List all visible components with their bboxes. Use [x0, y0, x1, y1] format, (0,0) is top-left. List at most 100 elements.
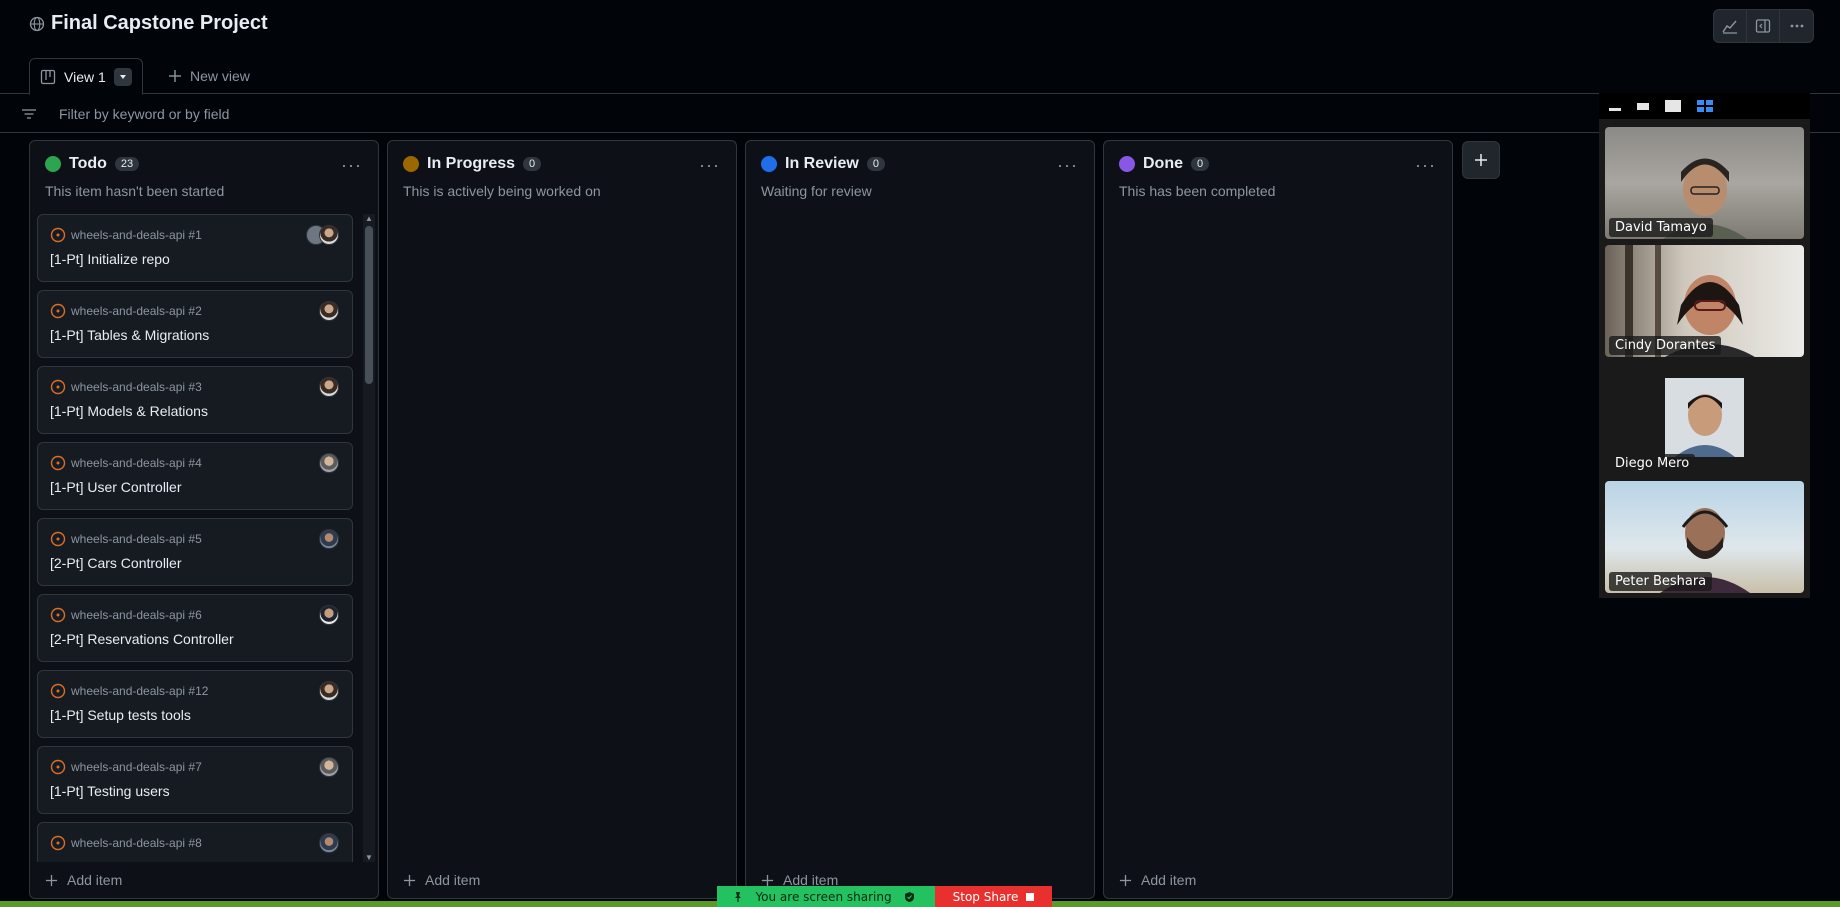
card-title[interactable]: [1-Pt] User Controller — [50, 479, 181, 495]
view-options-dropdown[interactable] — [113, 67, 132, 86]
add-item-button[interactable]: Add item — [403, 872, 480, 888]
stop-share-button[interactable]: Stop Share — [935, 886, 1052, 907]
screen-sharing-indicator[interactable]: You are screen sharing — [717, 886, 935, 907]
column-header: Todo 23 — [45, 155, 140, 173]
issue-open-icon — [50, 455, 66, 471]
avatar[interactable] — [319, 605, 339, 625]
stop-icon — [1026, 892, 1035, 901]
avatar[interactable] — [319, 377, 339, 397]
card-repo[interactable]: wheels-and-deals-api #8 — [71, 836, 202, 850]
card-title[interactable]: [1-Pt] Initialize repo — [50, 251, 170, 267]
avatar[interactable] — [319, 529, 339, 549]
avatar[interactable] — [319, 757, 339, 777]
video-tile[interactable]: Cindy Dorantes — [1605, 245, 1804, 357]
issue-open-icon — [50, 303, 66, 319]
video-tile[interactable]: Diego Mero — [1605, 363, 1804, 475]
issue-card[interactable]: wheels-and-deals-api #5 [2-Pt] Cars Cont… — [37, 518, 353, 586]
project-title-text[interactable]: Final Capstone Project — [51, 12, 268, 35]
filter-bar: Filter by keyword or by field — [0, 95, 1840, 133]
minimize-icon[interactable] — [1608, 100, 1622, 112]
card-list-scrollbar[interactable]: ▲ ▼ — [363, 214, 375, 862]
toggle-sidebar-button[interactable] — [1747, 10, 1780, 42]
issue-open-icon — [50, 379, 66, 395]
issue-open-icon — [50, 835, 66, 851]
card-repo[interactable]: wheels-and-deals-api #6 — [71, 608, 202, 622]
issue-card[interactable]: wheels-and-deals-api #1 [1-Pt] Initializ… — [37, 214, 353, 282]
scroll-down-icon[interactable]: ▼ — [365, 853, 373, 862]
issue-card[interactable]: wheels-and-deals-api #2 [1-Pt] Tables & … — [37, 290, 353, 358]
card-repo[interactable]: wheels-and-deals-api #2 — [71, 304, 202, 318]
add-column-button[interactable] — [1462, 141, 1500, 179]
avatar[interactable] — [319, 225, 339, 245]
card-repo[interactable]: wheels-and-deals-api #1 — [71, 228, 202, 242]
card-title[interactable]: [1-Pt] Tables & Migrations — [50, 327, 209, 343]
issue-card[interactable]: wheels-and-deals-api #8 — [37, 822, 353, 862]
filter-input[interactable]: Filter by keyword or by field — [59, 106, 229, 122]
triangle-down-icon — [119, 74, 126, 79]
speaker-view-icon[interactable] — [1636, 100, 1650, 112]
card-title[interactable]: [2-Pt] Reservations Controller — [50, 631, 234, 647]
add-item-label: Add item — [1141, 872, 1197, 888]
shield-icon — [905, 891, 914, 902]
column-more-button[interactable]: ··· — [699, 155, 720, 176]
scroll-up-icon[interactable]: ▲ — [365, 214, 373, 223]
globe-icon — [29, 16, 45, 31]
add-item-button[interactable]: Add item — [1119, 872, 1196, 888]
card-title[interactable]: [1-Pt] Models & Relations — [50, 403, 208, 419]
card-title[interactable]: [1-Pt] Setup tests tools — [50, 707, 191, 723]
card-meta: wheels-and-deals-api #7 — [50, 759, 202, 775]
video-tile[interactable]: David Tamayo — [1605, 127, 1804, 239]
plus-icon — [403, 874, 416, 886]
issue-open-icon — [50, 227, 66, 243]
issue-card[interactable]: wheels-and-deals-api #3 [1-Pt] Models & … — [37, 366, 353, 434]
filter-icon — [22, 109, 36, 119]
large-view-icon[interactable] — [1664, 99, 1682, 113]
new-view-button[interactable]: New view — [168, 68, 250, 84]
card-title[interactable]: [1-Pt] Testing users — [50, 783, 170, 799]
avatar[interactable] — [319, 681, 339, 701]
insights-button[interactable] — [1714, 10, 1747, 42]
card-repo[interactable]: wheels-and-deals-api #3 — [71, 380, 202, 394]
plus-icon — [45, 874, 58, 886]
tab-view-1[interactable]: View 1 — [29, 58, 143, 95]
column-more-button[interactable]: ··· — [1057, 155, 1078, 176]
add-item-label: Add item — [67, 872, 123, 888]
issue-card[interactable]: wheels-and-deals-api #7 [1-Pt] Testing u… — [37, 746, 353, 814]
item-count-badge: 0 — [523, 157, 542, 171]
column-name: Todo — [69, 155, 107, 172]
video-call-panel: David Tamayo Cindy Dorantes Diego Mero P… — [1599, 93, 1810, 598]
avatar[interactable] — [319, 301, 339, 321]
graph-icon — [1722, 20, 1737, 34]
card-title[interactable]: [2-Pt] Cars Controller — [50, 555, 181, 571]
kebab-icon — [1790, 24, 1803, 28]
scrollbar-thumb[interactable] — [365, 226, 373, 384]
avatar[interactable] — [319, 453, 339, 473]
card-repo[interactable]: wheels-and-deals-api #12 — [71, 684, 208, 698]
sidebar-icon — [1755, 19, 1771, 33]
column-more-button[interactable]: ··· — [341, 155, 362, 176]
issue-card[interactable]: wheels-and-deals-api #6 [2-Pt] Reservati… — [37, 594, 353, 662]
video-tile[interactable]: Peter Beshara — [1605, 481, 1804, 593]
add-item-button[interactable]: Add item — [45, 872, 122, 888]
issue-card[interactable]: wheels-and-deals-api #12 [1-Pt] Setup te… — [37, 670, 353, 738]
card-repo[interactable]: wheels-and-deals-api #7 — [71, 760, 202, 774]
column-name: Done — [1143, 155, 1183, 172]
participant-name: Cindy Dorantes — [1609, 336, 1722, 355]
column-header: Done 0 — [1119, 155, 1210, 173]
card-meta: wheels-and-deals-api #1 — [50, 227, 202, 243]
video-layout-toolbar — [1599, 93, 1810, 119]
more-options-button[interactable] — [1780, 10, 1813, 42]
issue-open-icon — [50, 683, 66, 699]
avatar[interactable] — [319, 833, 339, 853]
card-meta: wheels-and-deals-api #2 — [50, 303, 202, 319]
issue-card[interactable]: wheels-and-deals-api #4 [1-Pt] User Cont… — [37, 442, 353, 510]
column-name: In Review — [785, 155, 859, 172]
column-name: In Progress — [427, 155, 516, 172]
gallery-view-icon[interactable] — [1696, 99, 1714, 113]
card-repo[interactable]: wheels-and-deals-api #4 — [71, 456, 202, 470]
card-repo[interactable]: wheels-and-deals-api #5 — [71, 532, 202, 546]
tab-label: View 1 — [64, 68, 106, 85]
column-more-button[interactable]: ··· — [1415, 155, 1436, 176]
column-description: This has been completed — [1119, 183, 1276, 199]
new-view-label: New view — [190, 68, 250, 84]
